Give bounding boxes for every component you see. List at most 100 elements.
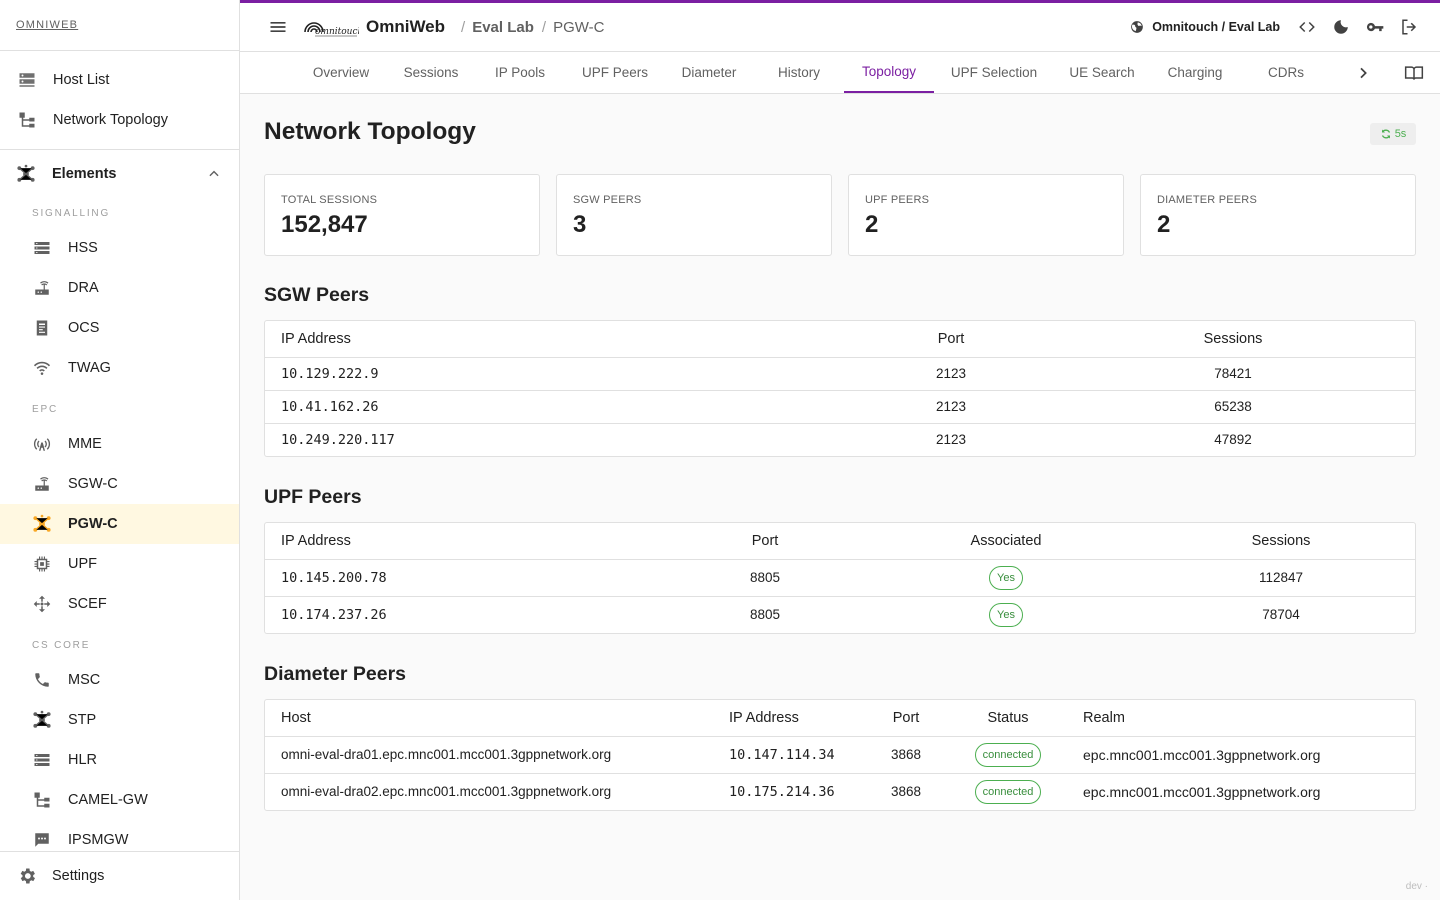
sidebar-item-label: Network Topology: [53, 112, 168, 128]
tab-ue-search[interactable]: UE Search: [1054, 52, 1150, 93]
cell-sessions: 78704: [1262, 607, 1300, 623]
column-header[interactable]: Sessions: [1147, 523, 1415, 560]
move-arrows-icon: [32, 594, 52, 614]
column-header[interactable]: Realm: [1067, 700, 1415, 737]
stat-value: 152,847: [281, 211, 368, 238]
sgw-peers-table: IP Address Port Sessions 10.129.222.9 21…: [264, 320, 1416, 457]
column-header[interactable]: Sessions: [1051, 321, 1415, 358]
tab-upf-peers[interactable]: UPF Peers: [568, 52, 662, 93]
sidebar-item-pgw-c[interactable]: PGW-C: [0, 504, 239, 544]
sidebar-item-label: TWAG: [68, 360, 111, 376]
wifi-icon: [32, 358, 52, 378]
server-list-icon: [17, 70, 37, 90]
cell-status: connected: [949, 773, 1067, 810]
section-label-epc: EPC: [32, 403, 58, 415]
stat-label: SGW PEERS: [573, 194, 642, 206]
sidebar-group-elements[interactable]: Elements: [0, 150, 239, 198]
app-name[interactable]: OmniWeb: [366, 17, 445, 37]
associated-badge: Yes: [989, 565, 1023, 590]
table-row[interactable]: omni-eval-dra01.epc.mnc001.mcc001.3gppne…: [265, 736, 1415, 774]
sidebar: OMNIWEB Host List Network Topology Eleme…: [0, 0, 240, 900]
cell-ip: 10.129.222.9: [265, 357, 851, 391]
column-header[interactable]: Port: [851, 321, 1051, 358]
sidebar-item-label: UPF: [68, 556, 97, 572]
logout-icon[interactable]: [1392, 10, 1426, 44]
sidebar-item-upf[interactable]: UPF: [0, 544, 239, 584]
sidebar-item-twag[interactable]: TWAG: [0, 348, 239, 388]
breadcrumb-pgw-c: PGW-C: [553, 18, 605, 36]
column-header[interactable]: Status: [949, 700, 1067, 737]
tab-cdrs[interactable]: CDRs: [1244, 52, 1328, 93]
docs-book-icon[interactable]: [1402, 61, 1426, 85]
tab-sessions[interactable]: Sessions: [390, 52, 472, 93]
sidebar-item-host-list[interactable]: Host List: [0, 60, 239, 100]
topology-icon: [32, 790, 52, 810]
sidebar-item-mme[interactable]: MME: [0, 424, 239, 464]
status-badge: connected: [974, 779, 1042, 804]
table-row[interactable]: 10.249.220.117 2123 47892: [265, 423, 1415, 456]
sidebar-item-label: OCS: [68, 320, 100, 336]
tab-topology[interactable]: Topology: [844, 52, 934, 93]
hub-icon: [16, 164, 36, 184]
sidebar-item-msc[interactable]: MSC: [0, 660, 239, 700]
sidebar-item-network-topology[interactable]: Network Topology: [0, 100, 239, 140]
sms-icon: [32, 830, 52, 850]
sidebar-item-hlr[interactable]: HLR: [0, 740, 239, 780]
dark-mode-icon[interactable]: [1324, 10, 1358, 44]
column-header[interactable]: IP Address: [265, 321, 851, 358]
tab-overview[interactable]: Overview: [298, 52, 384, 93]
breadcrumb-eval-lab[interactable]: Eval Lab: [472, 19, 534, 36]
antenna-icon: [32, 434, 52, 454]
omnitouch-logo: omnitouch: [304, 22, 359, 37]
column-header[interactable]: Host: [265, 700, 713, 737]
billing-icon: [32, 318, 52, 338]
sidebar-item-scef[interactable]: SCEF: [0, 584, 239, 624]
code-icon[interactable]: [1290, 10, 1324, 44]
column-header[interactable]: Port: [863, 700, 949, 737]
table-row[interactable]: 10.145.200.78 8805 Yes 112847: [265, 559, 1415, 597]
table-row[interactable]: 10.174.237.26 8805 Yes 78704: [265, 596, 1415, 633]
sidebar-item-sgw-c[interactable]: SGW-C: [0, 464, 239, 504]
table-row[interactable]: omni-eval-dra02.epc.mnc001.mcc001.3gppne…: [265, 773, 1415, 810]
stat-value: 2: [1157, 211, 1171, 238]
sidebar-item-settings[interactable]: Settings: [0, 851, 239, 900]
menu-icon[interactable]: [267, 16, 289, 38]
sidebar-item-dra[interactable]: DRA: [0, 268, 239, 308]
storage-icon: [32, 750, 52, 770]
column-header[interactable]: IP Address: [713, 700, 863, 737]
brand[interactable]: OMNIWEB: [0, 0, 239, 51]
globe-icon: [1130, 19, 1146, 35]
sidebar-item-label: DRA: [68, 280, 99, 296]
sidebar-item-label: SCEF: [68, 596, 107, 612]
chip-icon: [32, 554, 52, 574]
column-header[interactable]: IP Address: [265, 523, 665, 560]
cell-sessions: 112847: [1147, 559, 1415, 597]
table-row[interactable]: 10.41.162.26 2123 65238: [265, 390, 1415, 424]
section-title-diameter-peers: Diameter Peers: [264, 663, 407, 685]
phone-icon: [32, 670, 52, 690]
tab-history[interactable]: History: [758, 52, 840, 93]
tab-charging[interactable]: Charging: [1156, 52, 1234, 93]
tenant-selector[interactable]: Omnitouch / Eval Lab: [1152, 20, 1280, 34]
sidebar-item-ocs[interactable]: OCS: [0, 308, 239, 348]
column-header[interactable]: Associated: [865, 523, 1147, 560]
cell-port: 2123: [935, 432, 967, 448]
stat-label: DIAMETER PEERS: [1157, 194, 1257, 206]
sidebar-item-camel-gw[interactable]: CAMEL-GW: [0, 780, 239, 820]
tab-upf-selection[interactable]: UPF Selection: [940, 52, 1048, 93]
table-row[interactable]: 10.129.222.9 2123 78421: [265, 357, 1415, 391]
sidebar-item-hss[interactable]: HSS: [0, 228, 239, 268]
sidebar-item-stp[interactable]: STP: [0, 700, 239, 740]
chevron-right-icon[interactable]: [1350, 60, 1376, 86]
tab-diameter[interactable]: Diameter: [668, 52, 750, 93]
brand-label[interactable]: OMNIWEB: [16, 19, 78, 31]
chevron-up-icon[interactable]: [207, 167, 221, 181]
tab-ip-pools[interactable]: IP Pools: [480, 52, 560, 93]
environment-label: dev ·: [1405, 881, 1428, 892]
sidebar-item-label: Host List: [53, 72, 110, 88]
refresh-interval-chip[interactable]: 5s: [1370, 123, 1416, 145]
cell-port: 8805: [665, 559, 865, 597]
column-header[interactable]: Port: [665, 523, 865, 560]
key-icon[interactable]: [1358, 10, 1392, 44]
sidebar-item-label: Settings: [52, 868, 105, 884]
